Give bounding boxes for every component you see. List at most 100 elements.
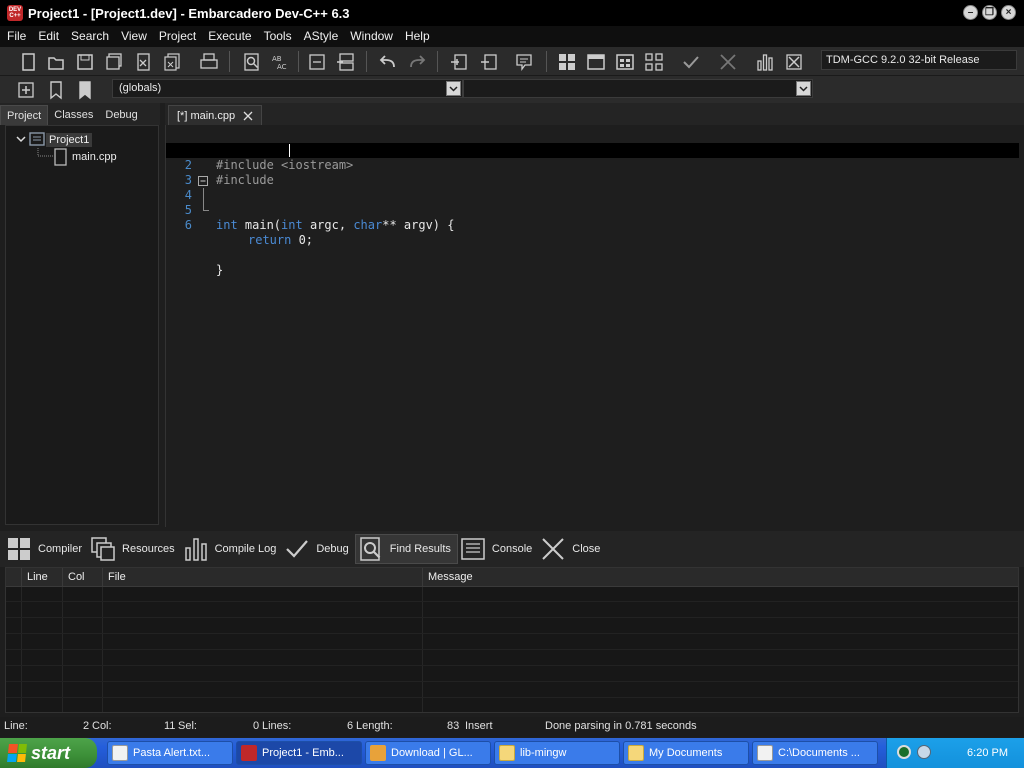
- save-all-icon[interactable]: [102, 50, 126, 73]
- save-icon[interactable]: [73, 50, 97, 73]
- menu-edit[interactable]: Edit: [32, 26, 65, 47]
- tab-debug-output[interactable]: Debug: [282, 534, 354, 564]
- file-icon: [54, 148, 67, 166]
- goto-line-icon[interactable]: [334, 50, 358, 73]
- code-text: }: [216, 263, 224, 277]
- fold-collapse-icon[interactable]: [198, 176, 208, 186]
- resources-icon: [91, 537, 115, 561]
- undo-icon[interactable]: [376, 50, 400, 73]
- toggle-bookmark-icon[interactable]: [44, 78, 68, 101]
- delete-profile-icon[interactable]: [782, 50, 806, 73]
- project-folder-icon: [29, 132, 45, 146]
- console-icon: [461, 538, 485, 560]
- menu-search[interactable]: Search: [65, 26, 115, 47]
- start-button[interactable]: start: [0, 738, 97, 768]
- stop-icon[interactable]: [716, 50, 740, 73]
- goto-bookmark-icon[interactable]: [73, 78, 97, 101]
- status-bar: Line: 2 Col: 11 Sel: 0 Lines: 6 Length: …: [0, 717, 1024, 737]
- taskbar-item-devcpp[interactable]: Project1 - Emb...: [236, 741, 362, 765]
- menu-astyle[interactable]: AStyle: [298, 26, 345, 47]
- menu-view[interactable]: View: [115, 26, 153, 47]
- taskbar-item-my-documents[interactable]: My Documents: [623, 741, 749, 765]
- run-icon[interactable]: [584, 50, 608, 73]
- status-length-label: Length:: [356, 720, 393, 732]
- taskbar-item-label: My Documents: [649, 747, 723, 759]
- column-header-col[interactable]: Col: [62, 568, 102, 587]
- tab-main-cpp[interactable]: [*] main.cpp: [168, 105, 263, 125]
- close-window-button[interactable]: ×: [1001, 5, 1016, 20]
- compile-icon[interactable]: [555, 50, 579, 73]
- new-file-icon[interactable]: [16, 50, 40, 73]
- menu-window[interactable]: Window: [344, 26, 399, 47]
- column-header-message[interactable]: Message: [422, 568, 1018, 587]
- taskbar-item-download[interactable]: Download | GL...: [365, 741, 491, 765]
- tab-compiler[interactable]: Compiler: [4, 534, 88, 564]
- tab-project[interactable]: Project: [0, 105, 49, 125]
- clock[interactable]: 6:20 PM: [967, 747, 1008, 759]
- syntax-check-icon[interactable]: [679, 50, 703, 73]
- close-tab-icon[interactable]: [243, 111, 253, 121]
- compiler-select[interactable]: TDM-GCC 9.2.0 32-bit Release: [821, 50, 1017, 70]
- close-panel-button[interactable]: Close: [538, 534, 606, 564]
- editor-tab-bar: [*] main.cpp: [165, 103, 1024, 125]
- open-icon[interactable]: [44, 50, 68, 73]
- column-header-line[interactable]: Line: [21, 568, 61, 587]
- compile-log-icon: [184, 538, 207, 561]
- menu-execute[interactable]: Execute: [202, 26, 257, 47]
- tab-classes[interactable]: Classes: [48, 105, 99, 125]
- goto-icon[interactable]: [305, 50, 329, 73]
- insert-code-icon[interactable]: [14, 78, 38, 101]
- close-all-icon[interactable]: [160, 50, 184, 73]
- chevron-down-icon[interactable]: [796, 81, 811, 96]
- close-file-icon[interactable]: [131, 50, 155, 73]
- table-row: [6, 635, 1018, 650]
- taskbar-item-documents-path[interactable]: C:\Documents ...: [752, 741, 878, 765]
- profile-icon[interactable]: [753, 50, 777, 73]
- code-text: int main(int argc, char** argv) {: [216, 218, 455, 232]
- toggle-comment-icon[interactable]: [512, 50, 536, 73]
- tab-debug[interactable]: Debug: [99, 105, 143, 125]
- code-line: 1 #include <iostream>: [166, 128, 1019, 172]
- rebuild-icon[interactable]: [642, 50, 666, 73]
- menu-file[interactable]: File: [1, 26, 32, 47]
- results-table: Line Col File Message: [5, 567, 1019, 713]
- menu-help[interactable]: Help: [399, 26, 436, 47]
- tab-resources[interactable]: Resources: [88, 534, 181, 564]
- menu-tools[interactable]: Tools: [258, 26, 298, 47]
- bottom-panel-tabs: Compiler Resources Compile Log Debug Fin…: [0, 531, 1024, 567]
- restore-button[interactable]: ❐: [982, 5, 997, 20]
- redo-icon[interactable]: [405, 50, 429, 73]
- tab-compile-log[interactable]: Compile Log: [181, 534, 283, 564]
- member-combo[interactable]: [463, 79, 813, 98]
- tab-find-results[interactable]: Find Results: [354, 534, 458, 564]
- expand-arrow-icon[interactable]: [14, 134, 28, 146]
- taskbar: start Pasta Alert.txt... Project1 - Emb.…: [0, 738, 1024, 768]
- tree-node-project[interactable]: Project1: [14, 132, 93, 148]
- scope-combo[interactable]: (globals): [112, 79, 463, 98]
- check-icon: [286, 540, 309, 558]
- title-bar: DEV C++ Project1 - [Project1.dev] - Emba…: [0, 0, 1024, 26]
- replace-icon[interactable]: AB AC: [268, 50, 292, 73]
- column-header-file[interactable]: File: [102, 568, 422, 587]
- compile-run-icon[interactable]: [613, 50, 637, 73]
- indent-icon[interactable]: [447, 50, 471, 73]
- network-icon[interactable]: [917, 745, 931, 759]
- code-editor[interactable]: 1 #include <iostream> 2 #include 3 4 int…: [165, 125, 1024, 527]
- shield-icon[interactable]: [897, 745, 911, 759]
- taskbar-item-pasta-alert[interactable]: Pasta Alert.txt...: [107, 741, 233, 765]
- tree-node-main-cpp[interactable]: main.cpp: [53, 148, 120, 166]
- chevron-down-icon[interactable]: [446, 81, 461, 96]
- menu-bar: File Edit Search View Project Execute To…: [0, 26, 1024, 47]
- windows-logo-icon: [7, 744, 27, 762]
- left-panel-tabs: Project Classes Debug: [0, 103, 160, 125]
- taskbar-item-label: Download | GL...: [391, 747, 473, 759]
- taskbar-item-lib-mingw[interactable]: lib-mingw: [494, 741, 620, 765]
- unindent-icon[interactable]: [477, 50, 501, 73]
- tab-compiler-label: Compiler: [38, 543, 83, 555]
- window-title: Project1 - [Project1.dev] - Embarcadero …: [28, 5, 350, 21]
- minimize-button[interactable]: –: [963, 5, 978, 20]
- print-icon[interactable]: [197, 50, 221, 73]
- menu-project[interactable]: Project: [153, 26, 202, 47]
- tab-console[interactable]: Console: [458, 534, 538, 564]
- find-icon[interactable]: [240, 50, 264, 73]
